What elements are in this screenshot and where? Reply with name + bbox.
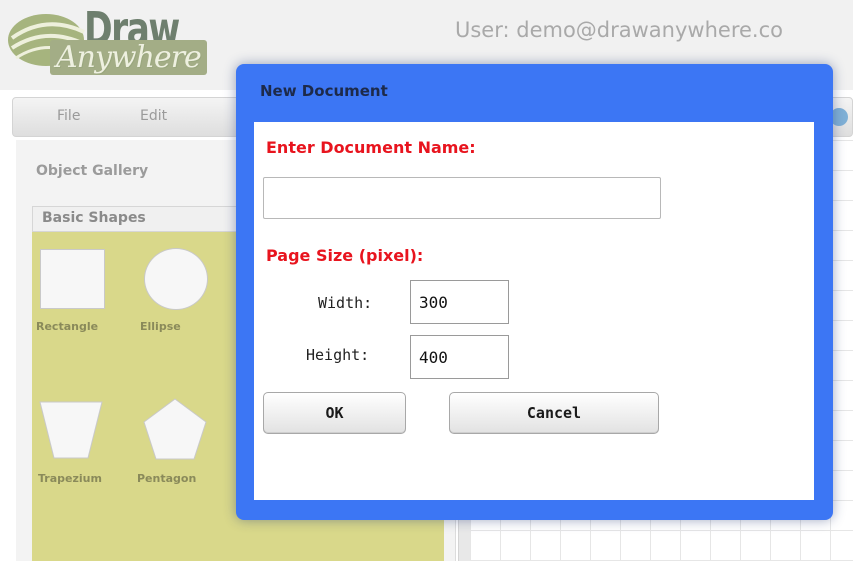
shape-label-pentagon: Pentagon: [137, 472, 197, 485]
user-label: User: demo@drawanywhere.co: [455, 18, 783, 42]
document-name-label: Enter Document Name:: [266, 138, 476, 157]
page-size-label: Page Size (pixel):: [266, 246, 424, 265]
gallery-title: Object Gallery: [36, 163, 149, 179]
rectangle-shape-icon[interactable]: [40, 249, 105, 309]
pentagon-shape-icon[interactable]: [142, 397, 208, 461]
shape-label-trapezium: Trapezium: [38, 472, 102, 485]
ok-button[interactable]: OK: [263, 392, 406, 434]
height-input[interactable]: [410, 335, 509, 379]
menu-file[interactable]: File: [57, 108, 80, 124]
document-name-input[interactable]: [263, 177, 661, 219]
app-logo: Draw Anywhere: [6, 2, 216, 86]
ellipse-shape-icon[interactable]: [144, 248, 208, 310]
shape-label-rectangle: Rectangle: [36, 320, 99, 333]
tab-basic-shapes-label: Basic Shapes: [42, 210, 146, 226]
height-label: Height:: [306, 346, 370, 364]
trapezium-shape-icon[interactable]: [38, 400, 104, 460]
menu-edit[interactable]: Edit: [140, 108, 167, 124]
dialog-body: Enter Document Name: Page Size (pixel): …: [254, 122, 814, 500]
logo-anywhere-text: Anywhere: [50, 40, 207, 75]
new-document-dialog: New Document Enter Document Name: Page S…: [236, 64, 833, 520]
cancel-button[interactable]: Cancel: [449, 392, 659, 434]
dialog-title: New Document: [260, 82, 388, 100]
width-label: Width:: [318, 294, 373, 312]
width-input[interactable]: [410, 280, 509, 324]
shape-label-ellipse: Ellipse: [140, 320, 181, 333]
app-window: Draw Anywhere User: demo@drawanywhere.co…: [0, 0, 853, 561]
